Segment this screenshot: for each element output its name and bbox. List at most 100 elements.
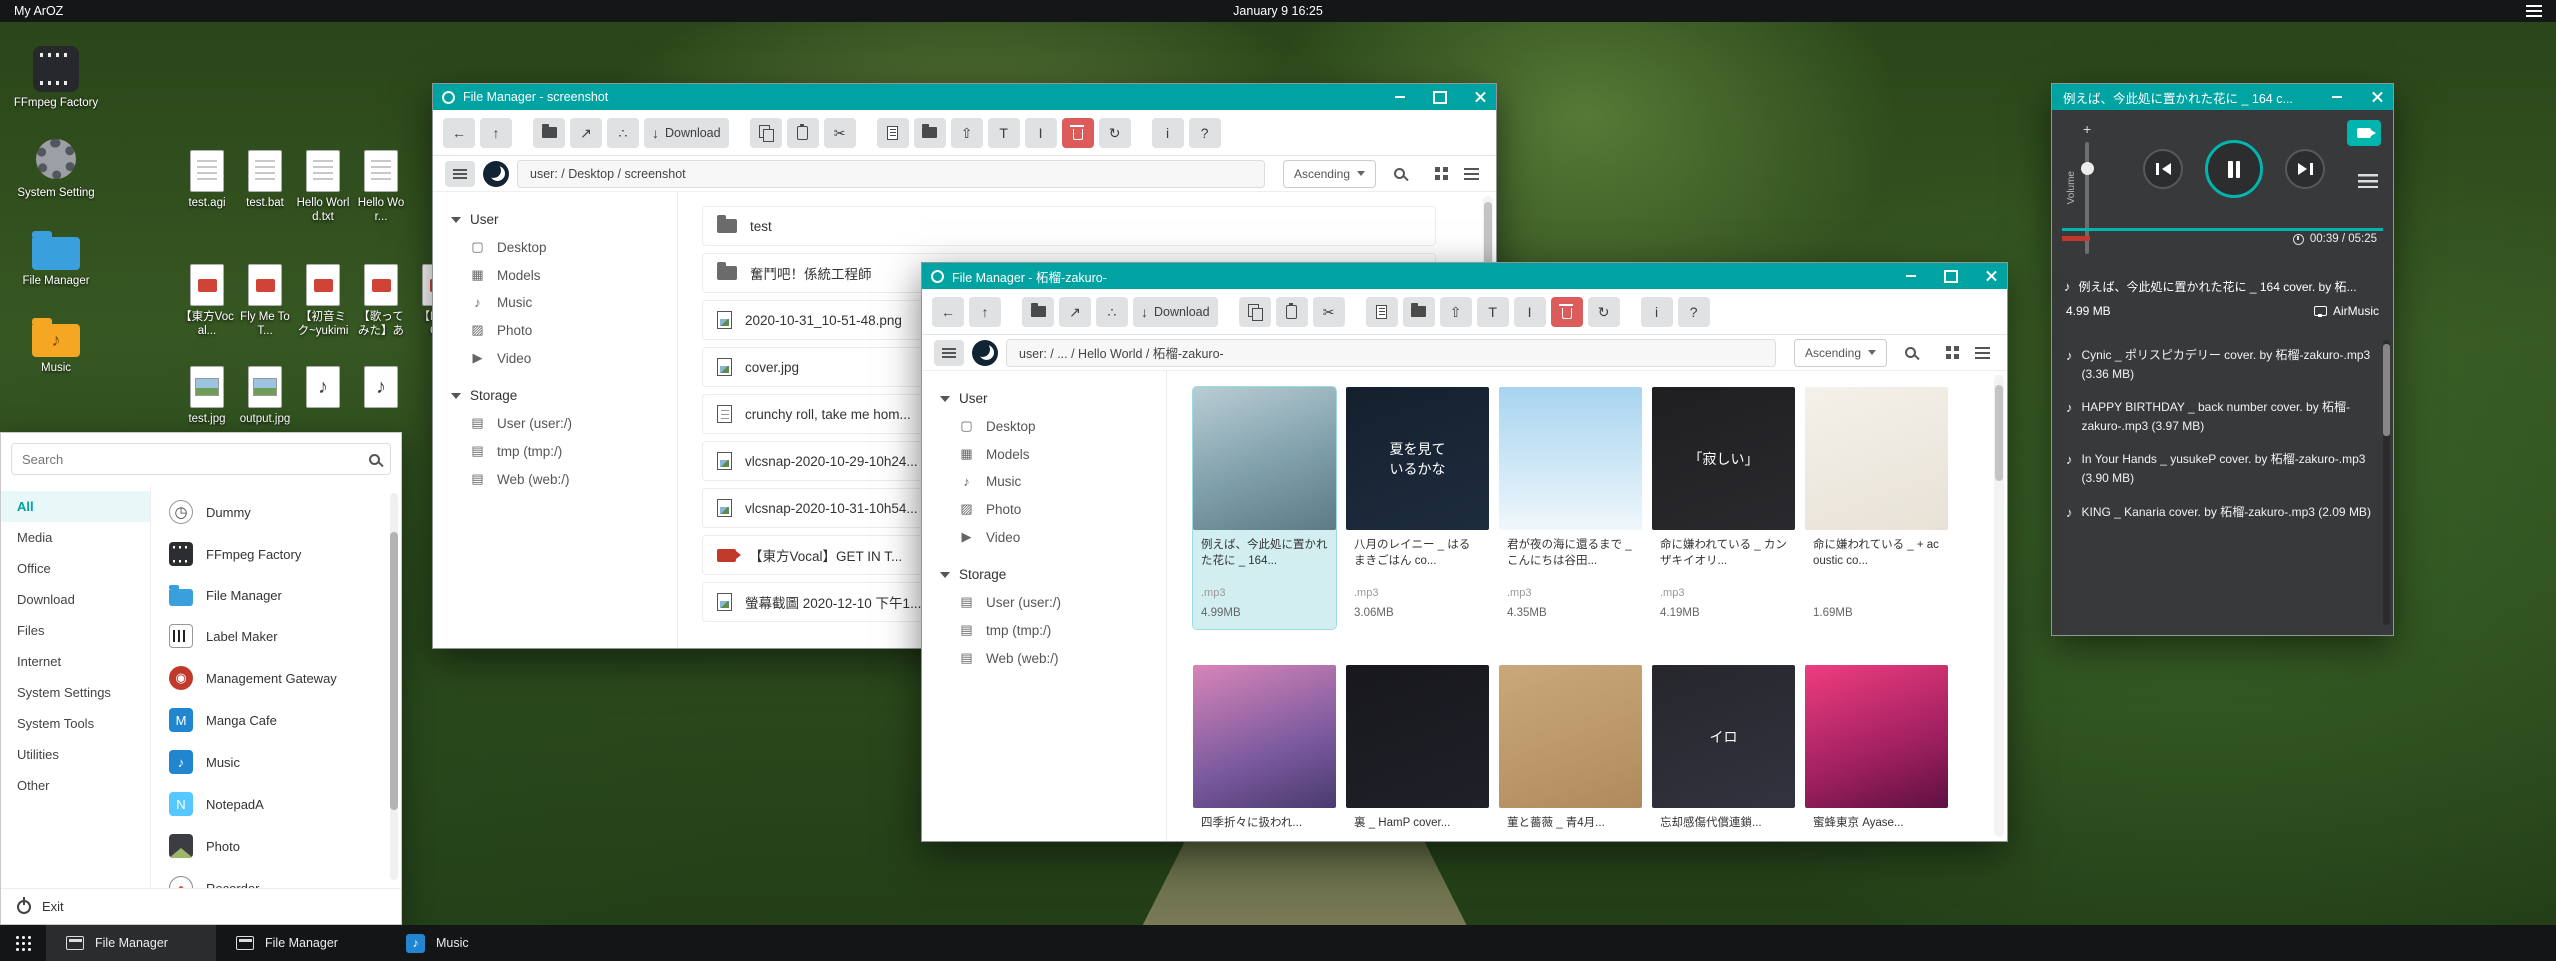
scrollbar-thumb[interactable] — [390, 532, 398, 811]
sidebar-item[interactable]: ▢ Desktop — [433, 233, 677, 261]
list-view-button[interactable] — [1969, 340, 1995, 366]
sidebar-item[interactable]: ▢ Desktop — [922, 412, 1166, 440]
info-button[interactable]: i — [1152, 118, 1184, 148]
desktop-icon[interactable]: ♪ Music — [8, 314, 104, 375]
category-item[interactable]: Office — [1, 553, 150, 584]
grid-view-button[interactable] — [1933, 340, 1959, 366]
back-button[interactable]: ← — [443, 118, 475, 148]
desktop-icon[interactable]: Hello World.txt — [295, 150, 351, 225]
app-item[interactable]: ● Recorder — [151, 867, 401, 888]
sort-dropdown[interactable]: Ascending — [1794, 339, 1887, 367]
help-button[interactable]: ? — [1678, 297, 1710, 327]
cut-button[interactable]: ✂ — [824, 118, 856, 148]
category-item[interactable]: All — [1, 491, 150, 522]
sidebar-toggle-icon[interactable] — [445, 161, 475, 187]
desktop-icon[interactable]: output.jpg — [237, 366, 293, 426]
dark-mode-toggle-icon[interactable] — [483, 161, 509, 187]
start-button[interactable] — [0, 925, 46, 961]
search-button[interactable] — [1386, 161, 1412, 187]
taskbar-task[interactable]: ♪ Music — [386, 925, 556, 961]
desktop-icon[interactable]: test.bat — [237, 150, 293, 225]
desktop-icon[interactable]: File Manager — [8, 227, 104, 288]
playlist-item[interactable]: Cynic _ ポリスピカデリー cover. by 柘榴-zakuro-.mp… — [2066, 346, 2377, 383]
sidebar-item[interactable]: ▤ User (user:/) — [433, 409, 677, 437]
menu-icon[interactable] — [2526, 5, 2542, 17]
seek-bar[interactable] — [2062, 228, 2383, 231]
desktop-icon[interactable]: 【初音ミク~yukimin... — [295, 264, 351, 340]
new-file-button[interactable] — [1366, 297, 1398, 327]
search-input[interactable] — [22, 452, 361, 467]
taskbar-task[interactable]: File Manager — [216, 925, 386, 961]
close-button[interactable] — [1464, 84, 1496, 110]
new-folder-button[interactable] — [914, 118, 946, 148]
copy-button[interactable] — [1239, 297, 1271, 327]
sidebar-item[interactable]: ▤ Web (web:/) — [922, 644, 1166, 672]
volume-knob[interactable] — [2081, 162, 2094, 175]
file-tile[interactable]: 「寂しい」 命に嫌われている _ カンザキイオリ... .mp3 4.19MB — [1652, 387, 1795, 629]
desktop-icon[interactable]: test.jpg — [179, 366, 235, 426]
category-item[interactable]: System Tools — [1, 708, 150, 739]
pause-button[interactable] — [2205, 140, 2263, 198]
trash-button[interactable] — [1551, 297, 1583, 327]
sidebar-header-storage[interactable]: Storage — [433, 382, 677, 409]
file-tile[interactable]: イロ 忘却感傷代償連鎖... — [1652, 665, 1795, 841]
file-tile[interactable]: 命に嫌われている _ + acoustic co... 1.69MB — [1805, 387, 1948, 629]
properties-button[interactable]: I — [1514, 297, 1546, 327]
sort-dropdown[interactable]: Ascending — [1283, 160, 1376, 188]
window-titlebar[interactable]: 例えば、今此処に置かれた花に _ 164 c... — [2052, 84, 2393, 110]
rename-button[interactable]: T — [1477, 297, 1509, 327]
window-titlebar[interactable]: File Manager - 柘榴-zakuro- — [922, 263, 2007, 289]
app-item[interactable]: N NotepadA — [151, 783, 401, 825]
taskbar-task[interactable]: File Manager — [46, 925, 216, 961]
category-item[interactable]: Media — [1, 522, 150, 553]
sidebar-item[interactable]: ▨ Photo — [433, 316, 677, 344]
maximize-button[interactable] — [1935, 263, 1967, 289]
desktop-icon[interactable]: ♪ — [353, 366, 409, 426]
app-item[interactable]: ♪ Music — [151, 741, 401, 783]
upload-button[interactable]: ⇧ — [951, 118, 983, 148]
minimize-button[interactable] — [1384, 84, 1416, 110]
file-tile[interactable]: 例えば、今此処に置かれた花に _ 164... .mp3 4.99MB — [1193, 387, 1336, 629]
close-button[interactable] — [1975, 263, 2007, 289]
app-item[interactable]: Label Maker — [151, 615, 401, 657]
sidebar-item[interactable]: ▶ Video — [433, 344, 677, 372]
previous-track-button[interactable] — [2143, 149, 2183, 189]
sidebar-item[interactable]: ♪ Music — [922, 468, 1166, 495]
next-track-button[interactable] — [2285, 149, 2325, 189]
sidebar-header-user[interactable]: User — [922, 385, 1166, 412]
app-item[interactable]: FFmpeg Factory — [151, 533, 401, 575]
app-item[interactable]: M Manga Cafe — [151, 699, 401, 741]
app-item[interactable]: Photo — [151, 825, 401, 867]
airmusic-badge[interactable]: AirMusic — [2314, 304, 2379, 318]
category-item[interactable]: Files — [1, 615, 150, 646]
sidebar-header-user[interactable]: User — [433, 206, 677, 233]
app-item[interactable]: File Manager — [151, 575, 401, 615]
open-button[interactable] — [1022, 297, 1054, 327]
new-file-button[interactable] — [877, 118, 909, 148]
category-item[interactable]: System Settings — [1, 677, 150, 708]
dark-mode-toggle-icon[interactable] — [972, 340, 998, 366]
open-button[interactable] — [533, 118, 565, 148]
refresh-button[interactable]: ↻ — [1099, 118, 1131, 148]
category-item[interactable]: Internet — [1, 646, 150, 677]
sidebar-toggle-icon[interactable] — [934, 340, 964, 366]
share-button[interactable]: ∴ — [1096, 297, 1128, 327]
copy-button[interactable] — [750, 118, 782, 148]
desktop-icon[interactable]: ♪ — [295, 366, 351, 426]
cast-button[interactable] — [2347, 120, 2381, 146]
scrollbar-thumb[interactable] — [1995, 385, 2003, 481]
exit-button[interactable]: Exit — [42, 899, 64, 914]
breadcrumb[interactable]: user: / Desktop / screenshot — [517, 160, 1265, 188]
sidebar-item[interactable]: ▤ Web (web:/) — [433, 465, 677, 493]
sidebar-header-storage[interactable]: Storage — [922, 561, 1166, 588]
desktop-icon[interactable]: System Setting — [8, 136, 104, 200]
sidebar-item[interactable]: ▤ tmp (tmp:/) — [922, 616, 1166, 644]
help-button[interactable]: ? — [1189, 118, 1221, 148]
scrollbar[interactable] — [2383, 340, 2390, 625]
up-button[interactable]: ↑ — [969, 297, 1001, 327]
sidebar-item[interactable]: ▦ Models — [922, 440, 1166, 468]
sidebar-item[interactable]: ▦ Models — [433, 261, 677, 289]
minimize-button[interactable] — [2321, 84, 2353, 110]
app-item[interactable]: ◷ Dummy — [151, 491, 401, 533]
trash-button[interactable] — [1062, 118, 1094, 148]
